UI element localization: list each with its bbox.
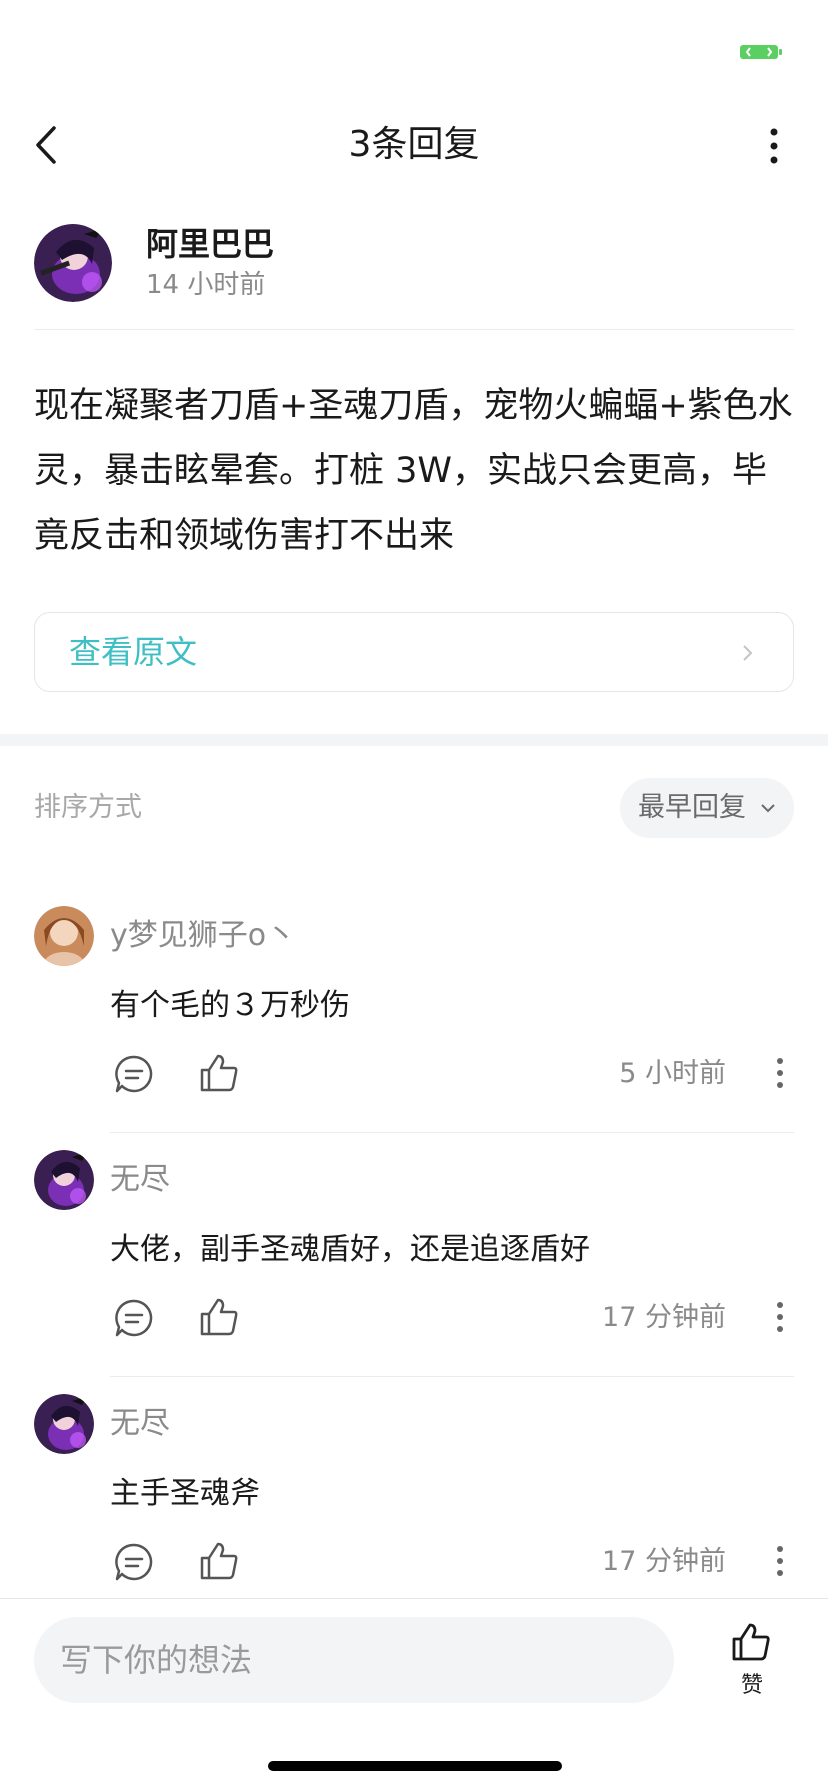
status-bar <box>0 0 828 100</box>
comment-more-icon[interactable] <box>774 1056 786 1090</box>
comment-text: 主手圣魂斧 <box>110 1476 260 1511</box>
more-vertical-icon[interactable] <box>764 126 784 166</box>
view-original-button[interactable]: 查看原文 <box>34 612 794 692</box>
battery-icon <box>740 45 782 59</box>
author-name[interactable]: 阿里巴巴 <box>146 224 274 264</box>
like-icon[interactable] <box>198 1296 240 1338</box>
comment-more-icon[interactable] <box>774 1300 786 1334</box>
comment-time: 17 分钟前 <box>602 1302 726 1333</box>
view-original-label: 查看原文 <box>69 633 198 671</box>
page-title: 3条回复 <box>348 124 480 165</box>
comment-item: y梦见狮子o丶 有个毛的３万秒伤 5 小时前 <box>34 906 794 1136</box>
bottom-bar: 赞 <box>0 1598 828 1792</box>
comment-item: 无尽 主手圣魂斧 17 分钟前 <box>34 1394 794 1594</box>
post-author: 阿里巴巴 14 小时前 <box>34 220 794 330</box>
like-icon[interactable] <box>198 1540 240 1582</box>
post-content: 现在凝聚者刀盾+圣魂刀盾，宠物火蝙蝠+紫色水灵，暴击眩晕套。打桩 3W，实战只会… <box>34 386 793 556</box>
section-divider <box>0 734 828 746</box>
commenter-avatar[interactable] <box>34 1394 94 1454</box>
comment-actions: 5 小时前 <box>110 1052 794 1102</box>
comment-item: 无尽 大佬，副手圣魂盾好，还是追逐盾好 17 分钟前 <box>34 1150 794 1380</box>
commenter-name[interactable]: 无尽 <box>110 1160 170 1200</box>
nav-bar: 3条回复 <box>0 100 828 190</box>
comment-actions: 17 分钟前 <box>110 1540 794 1590</box>
comment-text: 有个毛的３万秒伤 <box>110 988 350 1023</box>
sort-row: 排序方式 最早回复 <box>34 776 794 840</box>
sort-value: 最早回复 <box>638 792 746 823</box>
commenter-avatar[interactable] <box>34 906 94 966</box>
reply-icon[interactable] <box>114 1542 154 1582</box>
like-icon[interactable] <box>198 1052 240 1094</box>
like-label: 赞 <box>740 1673 763 1698</box>
commenter-avatar[interactable] <box>34 1150 94 1210</box>
comment-more-icon[interactable] <box>774 1544 786 1578</box>
comment-text: 大佬，副手圣魂盾好，还是追逐盾好 <box>110 1232 590 1267</box>
comment-time: 17 分钟前 <box>602 1546 726 1577</box>
author-avatar[interactable] <box>34 224 112 302</box>
commenter-name[interactable]: y梦见狮子o丶 <box>110 916 296 956</box>
comment-input[interactable] <box>34 1617 674 1703</box>
commenter-name[interactable]: 无尽 <box>110 1404 170 1444</box>
comment-divider <box>110 1376 794 1377</box>
reply-icon[interactable] <box>114 1054 154 1094</box>
comment-time: 5 小时前 <box>619 1058 726 1089</box>
comment-actions: 17 分钟前 <box>110 1296 794 1346</box>
chevron-right-icon <box>743 645 753 661</box>
post-time: 14 小时前 <box>146 270 266 300</box>
comment-divider <box>110 1132 794 1133</box>
like-button[interactable]: 赞 <box>724 1621 780 1701</box>
like-icon <box>732 1623 770 1661</box>
home-indicator <box>268 1761 562 1771</box>
sort-dropdown[interactable]: 最早回复 <box>620 778 794 838</box>
sort-label: 排序方式 <box>34 792 142 823</box>
chevron-down-icon <box>761 804 775 813</box>
reply-icon[interactable] <box>114 1298 154 1338</box>
